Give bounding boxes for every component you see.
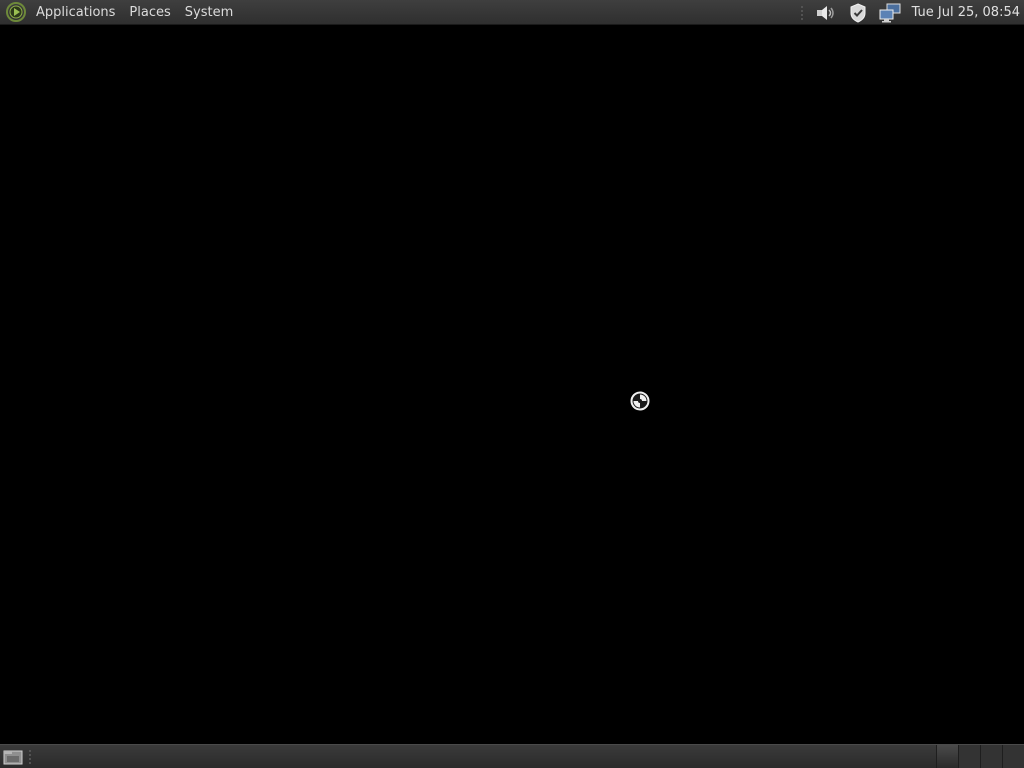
menu-system[interactable]: System [178, 0, 240, 25]
distro-logo-icon[interactable] [4, 0, 28, 24]
panel-drag-handle[interactable] [28, 749, 32, 765]
system-tray: Tue Jul 25, 08:54 [799, 0, 1024, 25]
workspace-1[interactable] [936, 745, 958, 768]
network-icon[interactable] [878, 1, 902, 25]
clock[interactable]: Tue Jul 25, 08:54 [912, 5, 1020, 20]
shield-icon[interactable] [846, 1, 870, 25]
show-desktop-icon[interactable] [2, 747, 24, 767]
menu-applications[interactable]: Applications [29, 0, 122, 25]
panel-drag-handle[interactable] [799, 4, 804, 21]
volume-icon[interactable] [814, 1, 838, 25]
busy-cursor-icon [630, 391, 650, 411]
menu-places[interactable]: Places [122, 0, 177, 25]
desktop: Applications Places System Tue Jul 25, 0… [0, 0, 1024, 768]
workspace-2[interactable] [958, 745, 980, 768]
workspace-switcher [936, 745, 1024, 768]
top-panel: Applications Places System Tue Jul 25, 0… [0, 0, 1024, 25]
bottom-panel [0, 744, 1024, 768]
workspace-3[interactable] [980, 745, 1002, 768]
workspace-4[interactable] [1002, 745, 1024, 768]
